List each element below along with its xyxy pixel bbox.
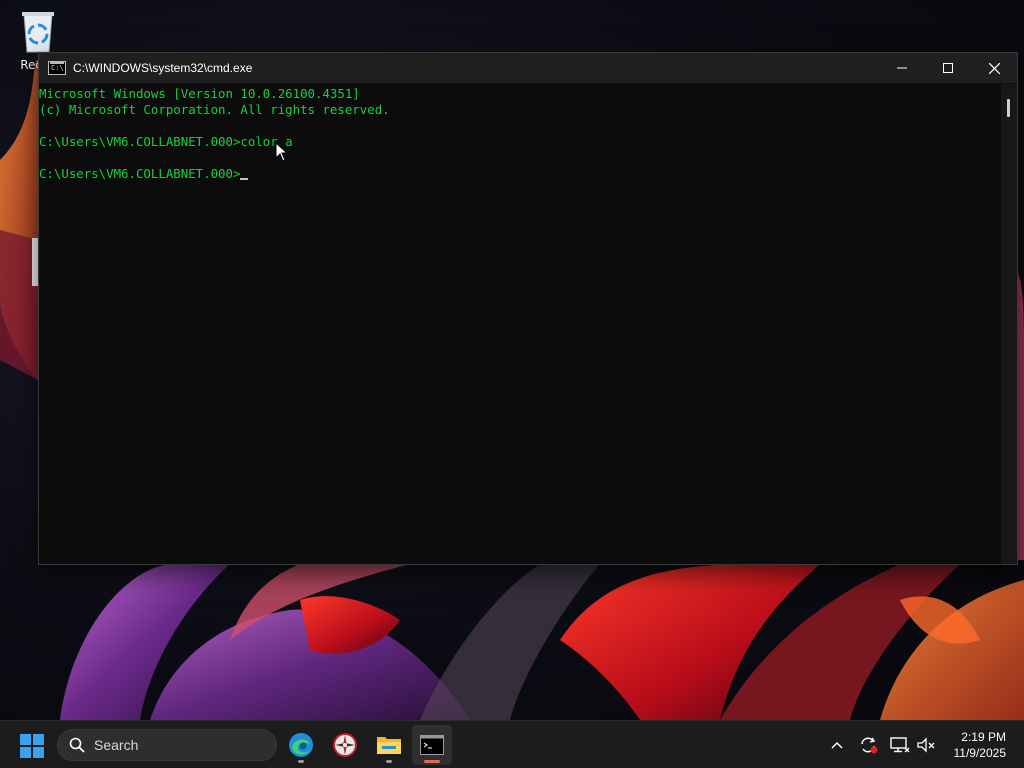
folder-icon [377, 737, 401, 754]
console-line: Microsoft Windows [Version 10.0.26100.43… [39, 86, 360, 101]
console-line: (c) Microsoft Corporation. All rights re… [39, 102, 390, 117]
clock-time: 2:19 PM [961, 730, 1006, 744]
sync-icon [861, 737, 878, 754]
text-cursor [240, 178, 249, 180]
close-button[interactable] [971, 53, 1017, 83]
network-icon [890, 737, 910, 753]
cmd-window[interactable]: C:\ C:\WINDOWS\system32\cmd.exe Microsof… [38, 52, 1018, 565]
maximize-icon [943, 63, 953, 73]
edge-icon [289, 733, 313, 757]
tray-network[interactable] [888, 733, 912, 757]
maximize-button[interactable] [925, 53, 971, 83]
mouse-pointer-icon [275, 142, 289, 162]
console-prompt: C:\Users\VM6.COLLABNET.000> [39, 166, 241, 181]
active-indicator [424, 760, 440, 763]
chevron-up-icon [831, 741, 843, 749]
taskbar-app-file-explorer[interactable] [369, 725, 409, 765]
start-button[interactable] [20, 734, 44, 758]
console-output[interactable]: Microsoft Windows [Version 10.0.26100.43… [39, 84, 1001, 564]
running-indicator [386, 760, 392, 763]
taskbar-search-box[interactable]: Search [57, 729, 277, 761]
console-line: C:\Users\VM6.COLLABNET.000>color a [39, 134, 293, 149]
cmd-app-icon: C:\ [48, 61, 66, 75]
minimize-icon [897, 67, 907, 69]
taskbar: Search 2:19 PM 11/9/2025 [0, 720, 1024, 768]
volume-muted-icon [917, 737, 935, 753]
compass-icon [333, 733, 357, 757]
terminal-icon [420, 735, 444, 755]
tray-volume[interactable] [914, 733, 938, 757]
scrollbar-thumb[interactable] [1007, 99, 1010, 117]
taskbar-app-edge[interactable] [281, 725, 321, 765]
console-prompt-line[interactable]: C:\Users\VM6.COLLABNET.000> [39, 166, 1001, 182]
recycle-bin-icon [18, 8, 58, 53]
close-icon [988, 62, 1000, 74]
search-placeholder: Search [94, 737, 139, 753]
taskbar-clock[interactable]: 2:19 PM 11/9/2025 [954, 729, 1007, 761]
windows-logo-icon [20, 734, 44, 758]
taskbar-app-command-prompt[interactable] [412, 725, 452, 765]
window-titlebar[interactable]: C:\ C:\WINDOWS\system32\cmd.exe [39, 53, 1017, 83]
search-icon [69, 737, 85, 753]
clock-date: 11/9/2025 [953, 746, 1007, 760]
show-hidden-icons-button[interactable] [825, 733, 849, 757]
taskbar-app-compass[interactable] [325, 725, 365, 765]
minimize-button[interactable] [879, 53, 925, 83]
tray-sync-status[interactable] [857, 733, 881, 757]
vertical-scrollbar[interactable] [1001, 84, 1017, 564]
window-title: C:\WINDOWS\system32\cmd.exe [73, 61, 253, 75]
running-indicator [298, 760, 304, 763]
